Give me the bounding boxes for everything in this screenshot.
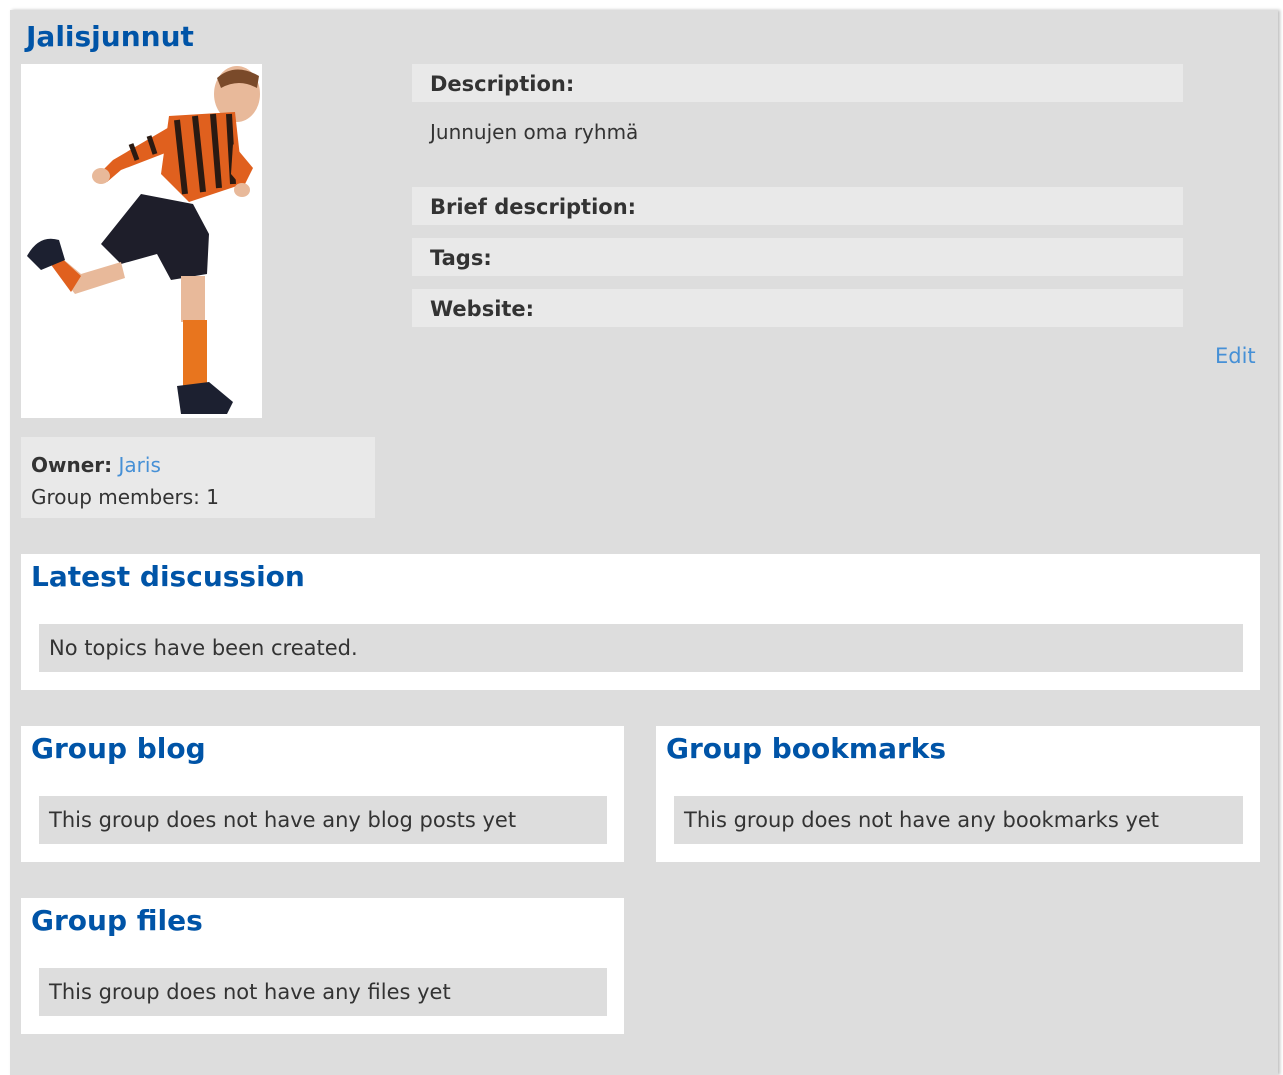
latest-discussion-title[interactable]: Latest discussion: [31, 560, 305, 593]
owner-line: Owner: Jaris: [31, 449, 365, 481]
edit-group-link[interactable]: Edit: [1215, 344, 1256, 368]
description-label: Description:: [412, 64, 1183, 102]
owner-label: Owner:: [31, 453, 113, 477]
group-avatar[interactable]: [21, 64, 262, 418]
blog-empty-message: This group does not have any blog posts …: [39, 796, 607, 844]
description-value: Junnujen oma ryhmä: [430, 120, 639, 144]
tags-label: Tags:: [412, 238, 1183, 276]
group-members-count: Group members: 1: [31, 485, 219, 509]
latest-discussion-panel: Latest discussion No topics have been cr…: [21, 554, 1260, 690]
files-empty-message: This group does not have any files yet: [39, 968, 607, 1016]
group-files-title[interactable]: Group files: [31, 904, 203, 937]
group-bookmarks-panel: Group bookmarks This group does not have…: [656, 726, 1260, 862]
group-bookmarks-title[interactable]: Group bookmarks: [666, 732, 946, 765]
owner-info-box: Owner: Jaris Group members: 1: [21, 437, 375, 518]
brief-description-label: Brief description:: [412, 187, 1183, 225]
group-blog-panel: Group blog This group does not have any …: [21, 726, 624, 862]
discussion-empty-message: No topics have been created.: [39, 624, 1243, 672]
group-files-panel: Group files This group does not have any…: [21, 898, 624, 1034]
soccer-player-image: [27, 66, 260, 414]
owner-link[interactable]: Jaris: [119, 453, 161, 477]
group-title: Jalisjunnut: [26, 20, 194, 53]
group-blog-title[interactable]: Group blog: [31, 732, 206, 765]
bookmarks-empty-message: This group does not have any bookmarks y…: [674, 796, 1243, 844]
website-label: Website:: [412, 289, 1183, 327]
